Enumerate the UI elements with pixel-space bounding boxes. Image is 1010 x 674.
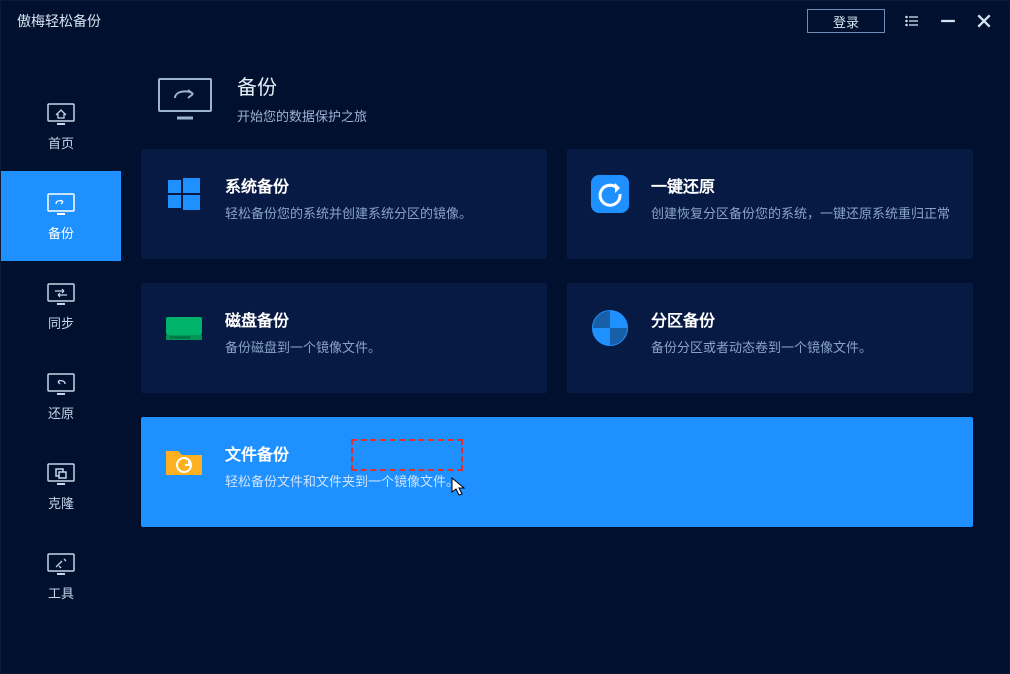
sidebar-item-label: 备份 (48, 223, 74, 242)
hero-monitor-share-icon (157, 76, 213, 120)
card-desc: 备份分区或者动态卷到一个镜像文件。 (651, 339, 872, 357)
sidebar-item-restore[interactable]: 还原 (1, 351, 121, 441)
drive-icon (163, 307, 205, 349)
card-system-backup[interactable]: 系统备份 轻松备份您的系统并创建系统分区的镜像。 (141, 149, 547, 259)
login-button[interactable]: 登录 (807, 9, 885, 33)
card-desc: 创建恢复分区备份您的系统，一键还原系统重归正常 (651, 205, 950, 223)
monitor-tools-icon (47, 551, 75, 577)
app-name: 傲梅轻松备份 (17, 11, 101, 31)
menu-list-icon[interactable] (903, 12, 921, 30)
card-desc: 备份磁盘到一个镜像文件。 (225, 339, 381, 357)
sidebar-item-backup[interactable]: 备份 (1, 171, 121, 261)
monitor-share-icon (47, 191, 75, 217)
card-desc: 轻松备份您的系统并创建系统分区的镜像。 (225, 205, 472, 223)
monitor-sync-icon (47, 281, 75, 307)
mouse-cursor-icon (451, 477, 467, 502)
monitor-home-icon (47, 101, 75, 127)
card-title: 系统备份 (225, 173, 472, 197)
card-title: 磁盘备份 (225, 307, 381, 331)
sidebar-item-home[interactable]: 首页 (1, 81, 121, 171)
page-hero: 备份 开始您的数据保护之旅 (141, 71, 973, 125)
sidebar: 首页 备份 (1, 41, 121, 673)
titlebar: 傲梅轻松备份 登录 (1, 1, 1009, 41)
minimize-icon[interactable] (939, 12, 957, 30)
sidebar-item-tools[interactable]: 工具 (1, 531, 121, 621)
card-disk-backup[interactable]: 磁盘备份 备份磁盘到一个镜像文件。 (141, 283, 547, 393)
restore-round-icon (589, 173, 631, 215)
sidebar-item-label: 还原 (48, 403, 74, 422)
card-title: 一键还原 (651, 173, 950, 197)
sidebar-item-label: 同步 (48, 313, 74, 332)
main-content: 备份 开始您的数据保护之旅 系统备份 轻松备份您的系统并创建系统分区的镜像 (121, 41, 1009, 673)
sidebar-item-label: 首页 (48, 133, 74, 152)
card-partition-backup[interactable]: 分区备份 备份分区或者动态卷到一个镜像文件。 (567, 283, 973, 393)
sidebar-item-sync[interactable]: 同步 (1, 261, 121, 351)
page-title: 备份 (237, 71, 367, 100)
close-icon[interactable] (975, 12, 993, 30)
sidebar-item-label: 克隆 (48, 493, 74, 512)
sidebar-item-label: 工具 (48, 583, 74, 602)
page-subtitle: 开始您的数据保护之旅 (237, 106, 367, 125)
pie-chart-icon (589, 307, 631, 349)
card-title: 文件备份 (225, 441, 459, 465)
card-title: 分区备份 (651, 307, 872, 331)
monitor-clone-icon (47, 461, 75, 487)
titlebar-controls: 登录 (807, 9, 993, 33)
windows-icon (163, 173, 205, 215)
sidebar-item-clone[interactable]: 克隆 (1, 441, 121, 531)
card-one-key-restore[interactable]: 一键还原 创建恢复分区备份您的系统，一键还原系统重归正常 (567, 149, 973, 259)
monitor-restore-icon (47, 371, 75, 397)
card-file-backup[interactable]: 文件备份 轻松备份文件和文件夹到一个镜像文件。 (141, 417, 973, 527)
folder-refresh-icon (163, 441, 205, 483)
card-desc: 轻松备份文件和文件夹到一个镜像文件。 (225, 473, 459, 491)
